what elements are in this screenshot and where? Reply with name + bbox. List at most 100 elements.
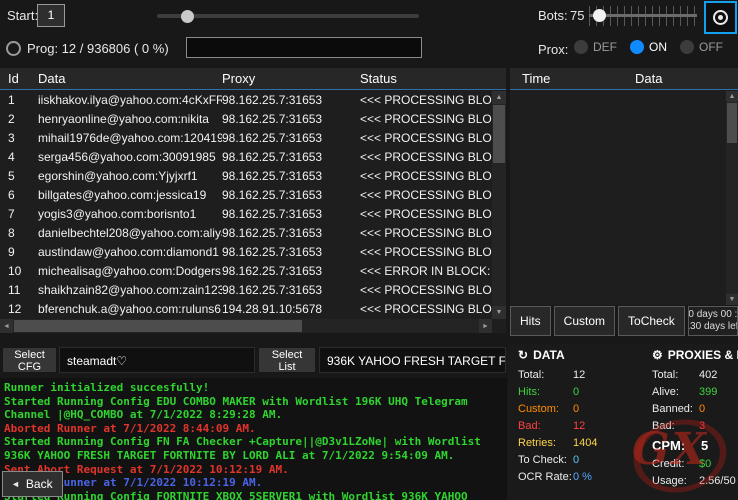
table-row[interactable]: 10 michealisag@yahoo.com:Dodgers1 98.162… <box>0 262 492 281</box>
scroll-down-icon[interactable]: ▼ <box>492 306 506 319</box>
stat-label: CPM: <box>652 435 701 456</box>
stat-label: Bad: <box>518 418 573 435</box>
column-header-time[interactable]: Time <box>522 71 635 86</box>
stat-label: Hits: <box>518 384 573 401</box>
table-row[interactable]: 1 iiskhakov.ilya@yahoo.com:4cKxFRw 98.16… <box>0 91 492 110</box>
prox-option[interactable]: OFF <box>680 40 723 54</box>
column-header-id[interactable]: Id <box>8 71 38 86</box>
start-slider[interactable] <box>157 6 419 26</box>
tab-button[interactable]: Hits <box>510 306 551 336</box>
stat-value: 0 <box>573 384 579 401</box>
stat-row: Alive: 399 <box>652 384 738 401</box>
vertical-scrollbar[interactable]: ▲ ▼ <box>726 91 738 305</box>
cell-data: henryaonline@yahoo.com:nikita <box>38 110 222 129</box>
timer-days-left: 130 days left <box>688 321 738 333</box>
cell-proxy: 98.162.25.7:31653 <box>222 129 360 148</box>
log-line: Aborted Runner at 7/1/2022 8:44:09 AM. <box>4 422 503 436</box>
cell-status: <<< PROCESSING BLOCK <box>360 281 492 300</box>
stat-value: 1404 <box>573 435 597 452</box>
start-slider-thumb[interactable] <box>181 10 194 23</box>
scrollbar-thumb[interactable] <box>727 103 737 143</box>
log-line: Sent Abort Request at 7/1/2022 10:12:19 … <box>4 463 503 477</box>
app-window: Start: 1 Bots: 75 Prog: 12 / 936806 ( 0 … <box>0 0 738 500</box>
vertical-scrollbar[interactable]: ▲ ▼ <box>492 91 506 319</box>
stat-label: Usage: <box>652 473 699 490</box>
timer-elapsed: 0 days 00 : <box>688 309 737 321</box>
cell-data: billgates@yahoo.com:jessica19 <box>38 186 222 205</box>
config-name-input[interactable]: steamadt♡ <box>59 347 255 373</box>
cell-status: <<< PROCESSING BLOCK <box>360 186 492 205</box>
select-cfg-button[interactable]: Select CFG <box>2 347 57 373</box>
progress-radio-icon[interactable] <box>6 41 21 56</box>
proxies-stats-rows: Total: 402 Alive: 399 Banned: 0 Bad: 3 C… <box>652 367 738 490</box>
stat-label: Total: <box>652 367 699 384</box>
cell-status: <<< PROCESSING BLOCK <box>360 224 492 243</box>
scroll-down-icon[interactable]: ▼ <box>726 294 738 305</box>
tab-button[interactable]: Custom <box>554 306 615 336</box>
horizontal-scrollbar[interactable]: ◄ ► <box>0 319 492 333</box>
bots-slider[interactable] <box>589 4 697 28</box>
scroll-up-icon[interactable]: ▲ <box>492 91 506 104</box>
table-row[interactable]: 6 billgates@yahoo.com:jessica19 98.162.2… <box>0 186 492 205</box>
prox-option[interactable]: ON <box>630 40 667 54</box>
cell-id: 9 <box>8 243 38 262</box>
cell-id: 1 <box>8 91 38 110</box>
stat-value: 3 <box>699 418 705 435</box>
stat-label: Banned: <box>652 401 699 418</box>
back-button[interactable]: ◄ Back <box>2 471 63 497</box>
select-list-button[interactable]: Select List <box>258 347 316 373</box>
start-label: Start: <box>7 8 38 23</box>
prox-option[interactable]: DEF <box>574 40 617 54</box>
stat-label: Bad: <box>652 418 699 435</box>
table-row[interactable]: 2 henryaonline@yahoo.com:nikita 98.162.2… <box>0 110 492 129</box>
stat-value: 0 <box>573 452 579 469</box>
stat-value: 2.56/50 <box>699 473 736 490</box>
start-input[interactable]: 1 <box>37 4 65 27</box>
column-header-data[interactable]: Data <box>38 71 222 86</box>
scroll-left-icon[interactable]: ◄ <box>0 319 13 333</box>
proxies-stats-block: ⚙ PROXIES & P Total: 402 Alive: 399 Bann… <box>652 348 738 490</box>
cell-status: <<< PROCESSING BLOCK <box>360 167 492 186</box>
wordlist-name-input[interactable]: 936K YAHOO FRESH TARGET FORTNITE BY LORD… <box>319 347 506 373</box>
table-row[interactable]: 12 bferenchuk.a@yahoo.com:ruluns61 194.2… <box>0 300 492 319</box>
cell-data: austindaw@yahoo.com:diamond1 <box>38 243 222 262</box>
prox-radio-icon[interactable] <box>630 40 644 54</box>
scrollbar-thumb[interactable] <box>493 105 505 163</box>
table-row[interactable]: 8 danielbechtel208@yahoo.com:aliya 98.16… <box>0 224 492 243</box>
table-row[interactable]: 9 austindaw@yahoo.com:diamond1 98.162.25… <box>0 243 492 262</box>
prox-radio-icon[interactable] <box>680 40 694 54</box>
runner-log[interactable]: Runner initialized succesfully!Started R… <box>0 378 507 500</box>
tab-button[interactable]: ToCheck <box>618 306 685 336</box>
cell-proxy: 98.162.25.7:31653 <box>222 205 360 224</box>
record-button[interactable] <box>704 1 737 34</box>
start-slider-track[interactable] <box>157 14 419 18</box>
stat-row: OCR Rate: 0 % <box>518 469 646 486</box>
cell-proxy: 98.162.25.7:31653 <box>222 224 360 243</box>
prox-label: Prox: <box>538 42 568 57</box>
table-row[interactable]: 4 serga456@yahoo.com:30091985 98.162.25.… <box>0 148 492 167</box>
cell-proxy: 98.162.25.7:31653 <box>222 110 360 129</box>
column-header-proxy[interactable]: Proxy <box>222 71 360 86</box>
cell-data: yogis3@yahoo.com:borisnto1 <box>38 205 222 224</box>
cell-id: 2 <box>8 110 38 129</box>
prox-option-label: ON <box>649 40 667 54</box>
table-row[interactable]: 3 mihail1976de@yahoo.com:1204197 98.162.… <box>0 129 492 148</box>
stat-value: 0 <box>699 401 705 418</box>
bots-slider-thumb[interactable] <box>593 9 606 22</box>
table-row[interactable]: 11 shaikhzain82@yahoo.com:zain123 98.162… <box>0 281 492 300</box>
table-row[interactable]: 7 yogis3@yahoo.com:borisnto1 98.162.25.7… <box>0 205 492 224</box>
cell-status: <<< PROCESSING BLOCK <box>360 205 492 224</box>
column-header-status[interactable]: Status <box>360 71 506 86</box>
scroll-up-icon[interactable]: ▲ <box>726 91 738 102</box>
stat-label: Retries: <box>518 435 573 452</box>
column-header-data[interactable]: Data <box>635 71 738 86</box>
stat-value: 5 <box>701 435 708 456</box>
back-arrow-icon: ◄ <box>11 479 20 489</box>
scrollbar-thumb[interactable] <box>14 320 302 332</box>
scroll-right-icon[interactable]: ► <box>479 319 492 333</box>
cell-id: 3 <box>8 129 38 148</box>
stat-label: Custom: <box>518 401 573 418</box>
table-row[interactable]: 5 egorshin@yahoo.com:Yjyjxrf1 98.162.25.… <box>0 167 492 186</box>
prox-radio-icon[interactable] <box>574 40 588 54</box>
cell-proxy: 98.162.25.7:31653 <box>222 91 360 110</box>
